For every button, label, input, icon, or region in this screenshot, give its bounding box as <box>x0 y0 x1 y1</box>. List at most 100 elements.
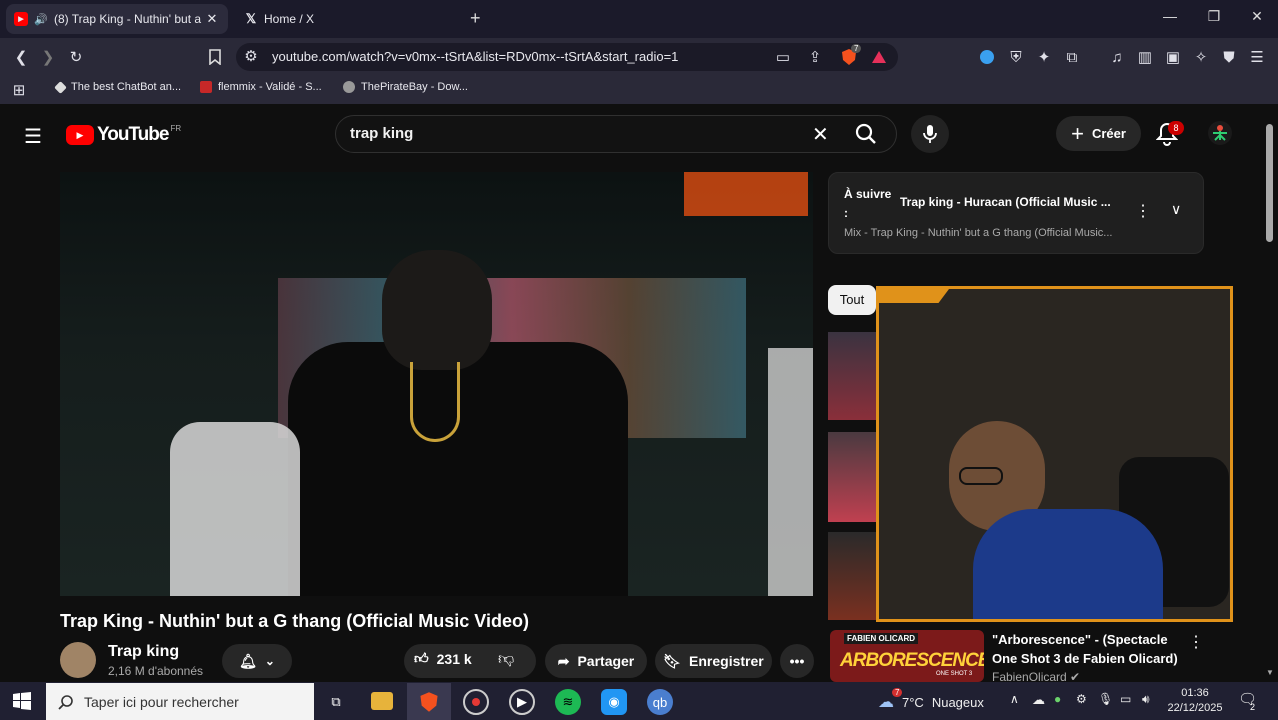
x-icon: 𝕏 <box>245 11 257 26</box>
site-settings-icon[interactable]: ⚙ <box>240 45 262 67</box>
chevron-down-icon[interactable]: ∨ <box>1171 201 1181 218</box>
spotify-icon[interactable]: ≋ <box>555 689 581 715</box>
shield-extension-icon[interactable]: ⛨ <box>1005 46 1027 68</box>
url-text[interactable]: youtube.com/watch?v=v0mx--tSrtA&list=RDv… <box>272 49 678 64</box>
menu-icon[interactable]: ☰ <box>1246 46 1268 68</box>
search-icon[interactable] <box>854 122 878 151</box>
tab-x-home[interactable]: 𝕏 Home / X <box>236 4 462 34</box>
recommended-thumbnail[interactable]: FABIEN OLICARD ARBORESCENCE ONE SHOT 3 <box>830 630 984 682</box>
hamburger-menu-icon[interactable]: ☰ <box>24 124 42 149</box>
flemmix-icon <box>200 81 212 93</box>
kebab-menu-icon[interactable]: ⋮ <box>1188 632 1204 652</box>
video-player[interactable] <box>60 172 813 596</box>
tab-title: Home / X <box>264 12 315 26</box>
like-button[interactable]: 👍︎ 231 k <box>414 650 472 667</box>
vpn-shield-icon[interactable]: ⛊ <box>1218 46 1240 68</box>
logo-text: YouTube <box>97 124 169 145</box>
volume-icon[interactable]: 🔊︎ <box>1142 692 1150 707</box>
file-explorer-icon[interactable] <box>371 692 393 710</box>
tray-app-icon[interactable]: ● <box>1054 692 1061 706</box>
system-clock[interactable]: 01:36 22/12/2025 <box>1166 686 1224 716</box>
apps-grid-icon[interactable]: ⊞ <box>8 79 30 101</box>
piratebay-icon <box>343 81 355 93</box>
kebab-menu-icon[interactable]: ⋮ <box>1135 201 1151 221</box>
back-icon[interactable]: ❮ <box>10 46 32 68</box>
wallet-icon[interactable]: ▣ <box>1162 46 1184 68</box>
bookmark-piratebay[interactable]: ThePirateBay - Dow... <box>343 81 468 93</box>
qbittorrent-icon[interactable]: qb <box>647 689 673 715</box>
dislike-button[interactable]: 👎︎ <box>498 650 514 669</box>
taskbar-search-input[interactable]: Taper ici pour rechercher <box>46 683 314 720</box>
avatar[interactable] <box>1208 121 1232 145</box>
cast-icon[interactable]: ▭ <box>772 46 794 68</box>
page-scrollbar[interactable] <box>1266 124 1273 242</box>
scroll-down-icon[interactable]: ▼ <box>1266 668 1274 677</box>
glasses-icon <box>959 467 1003 485</box>
subscription-bell-button[interactable]: 🔔︎ ⌄ <box>222 644 292 678</box>
bell-icon: 🔔︎ <box>239 652 257 669</box>
share-button[interactable]: ➦ Partager <box>545 644 647 678</box>
app-recorder-icon[interactable] <box>463 689 489 715</box>
brave-browser-icon[interactable] <box>416 689 442 715</box>
tray-settings-icon[interactable]: ⚙ <box>1076 692 1087 706</box>
notification-badge: 8 <box>1168 121 1184 135</box>
clear-search-icon[interactable]: ✕ <box>812 122 829 147</box>
cam-frame-corner <box>879 289 949 303</box>
playlist-thumbnail[interactable] <box>828 532 878 620</box>
search-icon <box>58 694 73 710</box>
leo-ai-icon[interactable]: ✧ <box>1190 46 1212 68</box>
microphone-tray-icon[interactable]: 🎙︎ <box>1098 692 1113 706</box>
network-icon[interactable]: ▭ <box>1120 692 1131 706</box>
new-tab-icon[interactable]: + <box>470 8 481 29</box>
youtube-play-icon: ▶ <box>66 125 94 145</box>
task-view-icon[interactable]: ⧉ <box>323 689 349 715</box>
tray-chevron-icon[interactable]: ∧ <box>1010 692 1019 706</box>
media-player-icon[interactable]: ▶ <box>509 689 535 715</box>
recommended-title[interactable]: "Arborescence" - (Spectacle One Shot 3 d… <box>992 630 1188 668</box>
video-neon-sign <box>684 172 808 216</box>
channel-name[interactable]: Trap king <box>108 643 179 661</box>
up-next-panel[interactable]: À suivre : Trap king - Huracan (Official… <box>828 172 1204 254</box>
microphone-icon <box>923 125 937 143</box>
forward-icon[interactable]: ❯ <box>37 46 59 68</box>
create-button[interactable]: + Créer <box>1056 116 1141 151</box>
chip-all[interactable]: Tout <box>828 285 876 315</box>
thumb-text-top: FABIEN OLICARD <box>844 633 918 644</box>
up-next-label: À suivre : <box>844 187 892 220</box>
search-input[interactable]: trap king <box>350 125 413 142</box>
bookmark-icon[interactable] <box>204 46 226 68</box>
app-icon[interactable]: ◉ <box>601 689 627 715</box>
close-tab-icon[interactable]: ✕ <box>204 11 220 27</box>
bookmark-flemmix[interactable]: flemmix - Validé - S... <box>200 81 322 93</box>
bookmark-label: ThePirateBay - Dow... <box>361 81 468 93</box>
reload-icon[interactable]: ↻ <box>65 46 87 68</box>
tab-youtube[interactable]: ▶ 🔊 (8) Trap King - Nuthin' but a G ✕ <box>6 4 228 34</box>
chevron-down-icon: ⌄ <box>264 654 275 668</box>
onedrive-icon[interactable]: ☁ <box>1032 692 1045 708</box>
close-window-icon[interactable]: ✕ <box>1247 8 1267 25</box>
sidebar-icon[interactable]: ▥ <box>1134 46 1156 68</box>
more-actions-button[interactable]: ••• <box>780 644 814 678</box>
thumb-text-main: ARBORESCENCE <box>840 650 984 671</box>
brave-rewards-icon[interactable] <box>868 46 890 68</box>
vpn-icon[interactable] <box>976 46 998 68</box>
subscriber-count: 2,16 M d'abonnés <box>108 664 204 678</box>
windows-start-icon[interactable] <box>13 692 31 715</box>
screenshot-icon[interactable]: ⧉ <box>1061 46 1083 68</box>
extensions-icon[interactable]: ✦ <box>1033 46 1055 68</box>
playlist-thumbnail[interactable] <box>828 432 878 522</box>
playlist-thumbnail[interactable] <box>828 332 878 420</box>
share-label: Partager <box>577 653 635 669</box>
youtube-logo[interactable]: ▶ YouTube FR <box>66 124 181 146</box>
weather-text: Nuageux <box>931 694 984 710</box>
channel-avatar[interactable] <box>60 642 96 678</box>
thumb-text-badge: ONE SHOT 3 <box>936 671 973 677</box>
save-button[interactable]: 🔖︎ Enregistrer <box>655 644 772 678</box>
media-icon[interactable]: ♫ <box>1106 46 1128 68</box>
maximize-icon[interactable]: ❐ <box>1204 8 1224 25</box>
minimize-icon[interactable]: — <box>1160 8 1180 24</box>
share-page-icon[interactable]: ⇪ <box>804 46 826 68</box>
bookmark-chatbot[interactable]: The best ChatBot an... <box>54 80 181 94</box>
speaker-icon[interactable]: 🔊 <box>34 12 48 26</box>
voice-search-button[interactable] <box>911 115 949 153</box>
